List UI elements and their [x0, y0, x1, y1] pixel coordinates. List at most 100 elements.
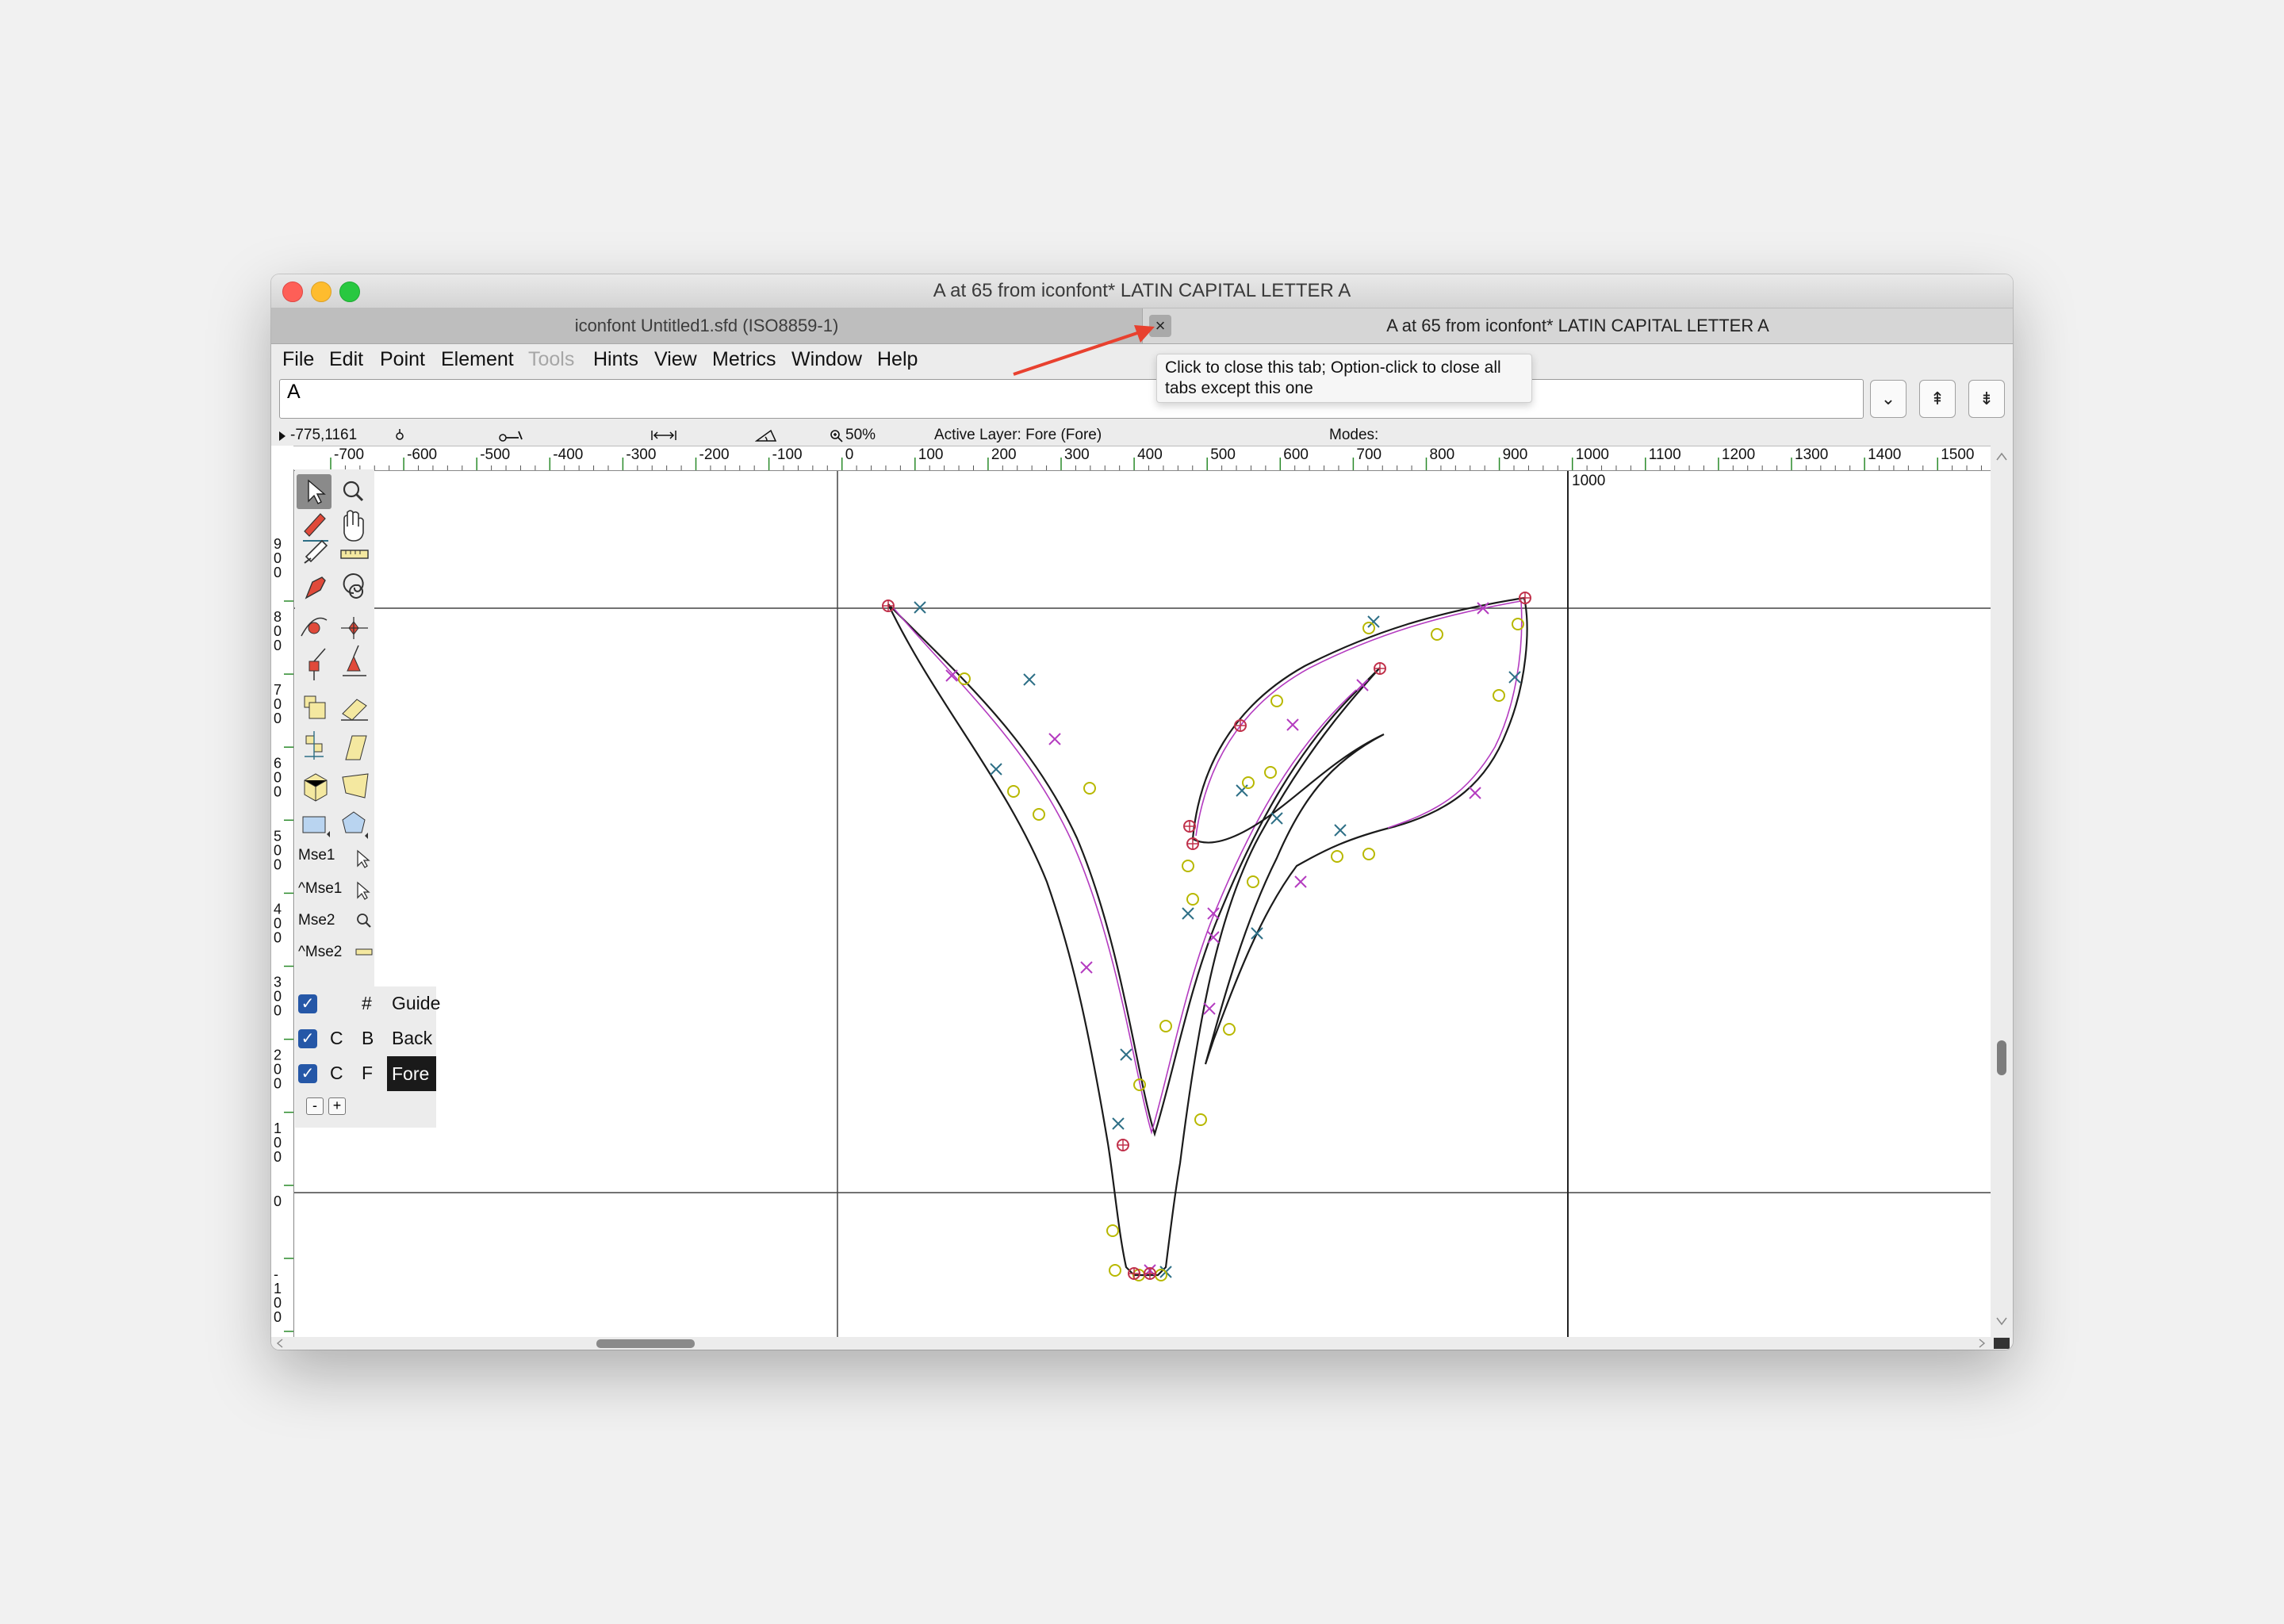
- glyph-window: A at 65 from iconfont* LATIN CAPITAL LET…: [271, 274, 2013, 1350]
- tab-glyph-label: A at 65 from iconfont* LATIN CAPITAL LET…: [1386, 316, 1769, 335]
- mouse2-tool-label: Mse2: [298, 912, 335, 929]
- control-point: [1362, 848, 1375, 860]
- layer-visible-checkbox[interactable]: ✓: [298, 1064, 317, 1083]
- remove-layer-button[interactable]: -: [306, 1097, 324, 1115]
- layer-row-guide[interactable]: ✓ # Guide: [295, 986, 440, 1021]
- glyph-contour-leaf-shadow: [1195, 600, 1523, 837]
- layer-visible-checkbox[interactable]: ✓: [298, 994, 317, 1013]
- ctrl-mouse1-tool-label: ^Mse1: [298, 880, 343, 897]
- next-glyph-icon[interactable]: ⇟: [1968, 380, 2005, 418]
- magnify-tool-icon: [343, 481, 364, 502]
- menu-element[interactable]: Element: [441, 344, 514, 374]
- layer-visible-checkbox[interactable]: ✓: [298, 1029, 317, 1048]
- ruler-label: 100: [918, 446, 944, 463]
- add-layer-button[interactable]: +: [328, 1097, 346, 1115]
- ruler-label: 1400: [1868, 446, 1901, 463]
- off-curve-point: [1080, 961, 1093, 974]
- menu-file[interactable]: File: [282, 344, 314, 374]
- layer-cubic-flag: C: [330, 1063, 343, 1083]
- ruler-label: 100: [274, 1120, 282, 1165]
- control-point: [958, 672, 971, 685]
- title-bar: A at 65 from iconfont* LATIN CAPITAL LET…: [271, 274, 2013, 308]
- rectangle-tool-icon: [302, 816, 330, 837]
- annotation-arrow: [1013, 325, 1155, 376]
- glyph-contour-leaf: [1191, 596, 1528, 1065]
- layer-row-fore[interactable]: ✓ C F Fore: [295, 1056, 436, 1091]
- pointer-icon: [357, 849, 370, 868]
- scale-tool-icon: [304, 695, 326, 719]
- width-icon: [651, 431, 676, 440]
- off-curve-point: [1203, 1002, 1216, 1015]
- ruler-label: -200: [699, 446, 730, 463]
- menu-point[interactable]: Point: [380, 344, 425, 374]
- control-point: [1223, 1023, 1236, 1036]
- close-tab-tooltip: Click to close this tab; Option-click to…: [1156, 354, 1532, 403]
- control-point: [1247, 875, 1259, 888]
- ruler-corner: [271, 446, 293, 470]
- ruler-label: 600: [1283, 446, 1309, 463]
- knife-tool-icon: [304, 539, 328, 564]
- off-curve-point: [1182, 907, 1194, 920]
- menu-window[interactable]: Window: [791, 344, 862, 374]
- menu-edit[interactable]: Edit: [329, 344, 363, 374]
- menu-metrics[interactable]: Metrics: [712, 344, 776, 374]
- control-point: [1109, 1264, 1121, 1277]
- ruler-label: -700: [334, 446, 364, 463]
- vertical-ruler: 9 0 0 8 0 0 7 0 0 6 0 0 5 0 0 4 0 0 3 0 0 2 0 0 1 0 0 0 -1 0 0: [271, 469, 294, 1337]
- control-point: [1159, 1020, 1172, 1032]
- control-point: [1493, 689, 1505, 702]
- pointer-icon: [357, 881, 370, 900]
- off-curve-point: [1469, 787, 1481, 799]
- off-curve-point: [1270, 812, 1283, 825]
- off-curve-point: [945, 669, 958, 682]
- ruler-label: 700: [274, 682, 282, 726]
- curve-point-icon: [301, 617, 328, 637]
- flip-tool-icon: [305, 731, 324, 760]
- zoom-level-icon: [830, 430, 843, 442]
- ruler-label: 600: [274, 755, 282, 799]
- ruler-label: 500: [1210, 446, 1236, 463]
- ruler-label: 1100: [1649, 446, 1681, 463]
- ruler-label: -500: [480, 446, 510, 463]
- control-point: [1362, 622, 1375, 634]
- horizontal-scrollbar[interactable]: [271, 1337, 2013, 1350]
- control-point: [1186, 893, 1199, 906]
- ruler-label: 800: [1430, 446, 1455, 463]
- cursor-coordinates: -775,1161: [290, 427, 358, 443]
- glyph-name-field[interactable]: A: [279, 379, 1864, 419]
- ruler-label: -300: [626, 446, 656, 463]
- vertical-ruler-ticks: 9 0 0 8 0 0 7 0 0 6 0 0 5 0 0 4 0 0 3 0 0 2 0 0 1 0 0 0 -1 0 0: [274, 536, 293, 1332]
- control-points-layer: [882, 592, 1531, 1281]
- ruler-tool-icon: [340, 550, 369, 559]
- previous-glyph-icon[interactable]: ⇞: [1919, 380, 1956, 418]
- tab-glyph-view[interactable]: A at 65 from iconfont* LATIN CAPITAL LET…: [1143, 308, 2013, 343]
- distance-icon: [499, 431, 523, 442]
- menu-hints[interactable]: Hints: [593, 344, 638, 374]
- layer-row-back[interactable]: ✓ C B Back: [295, 1021, 436, 1056]
- ruler-label: 1200: [1722, 446, 1755, 463]
- off-curve-point: [1112, 1117, 1125, 1130]
- menu-help[interactable]: Help: [877, 344, 918, 374]
- off-curve-point: [1294, 875, 1307, 888]
- chevron-down-icon[interactable]: ⌄: [1870, 380, 1907, 418]
- layer-name: Back: [392, 1028, 433, 1048]
- window-title: A at 65 from iconfont* LATIN CAPITAL LET…: [933, 280, 1351, 301]
- glyph-editing-canvas[interactable]: 1000: [293, 469, 1991, 1337]
- vertical-scrollbar[interactable]: [1991, 446, 2013, 1337]
- tools-palette: Mse1 ^Mse1 Mse2 ^Mse2: [295, 469, 374, 986]
- spiro-tool-icon: [343, 573, 364, 599]
- off-curve-point: [1334, 824, 1347, 837]
- menu-tools: Tools: [528, 348, 575, 370]
- off-curve-point: [1048, 733, 1061, 745]
- off-curve-point: [1286, 718, 1299, 731]
- menu-view[interactable]: View: [654, 344, 697, 374]
- ruler-label: 0: [845, 446, 854, 463]
- zoom-level: 50%: [845, 427, 876, 443]
- off-curve-point: [1251, 927, 1263, 940]
- off-curve-point: [990, 763, 1002, 776]
- ruler-label: 300: [1064, 446, 1090, 463]
- ruler-label: 200: [991, 446, 1017, 463]
- polygon-tool-icon: [342, 811, 368, 839]
- skew-tool-icon: [345, 735, 367, 760]
- scroll-hand-icon: [343, 510, 364, 542]
